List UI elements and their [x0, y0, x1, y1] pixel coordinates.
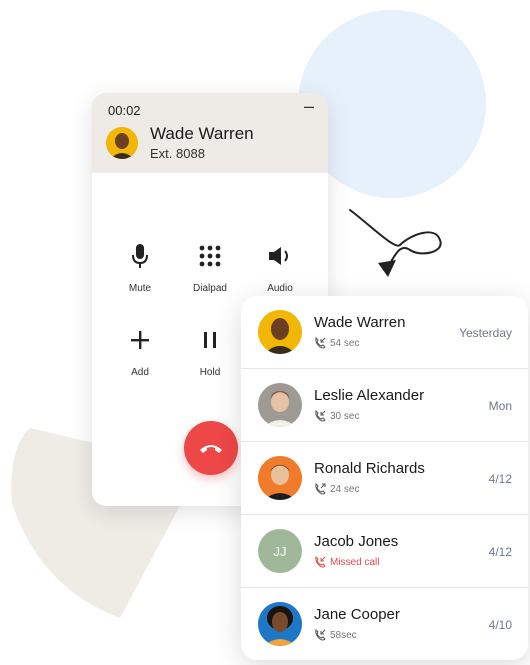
avatar: [258, 310, 302, 354]
call-duration: 30 sec: [330, 410, 360, 422]
incoming-call-icon: [315, 410, 326, 422]
contact-name: Jacob Jones: [314, 533, 399, 550]
speaker-icon: [250, 241, 310, 271]
list-item[interactable]: Wade Warren 54 sec Yesterday: [241, 296, 528, 369]
caller-extension: Ext. 8088: [150, 146, 205, 161]
audio-label: Audio: [267, 283, 293, 294]
hold-label: Hold: [199, 367, 221, 378]
avatar: [106, 127, 138, 159]
call-date: 4/10: [488, 618, 512, 632]
minimize-button[interactable]: –: [304, 97, 314, 115]
person-avatar-icon: [106, 127, 138, 159]
curved-arrow-icon: [349, 209, 442, 277]
list-item[interactable]: JJ Jacob Jones Missed call 4/12: [241, 515, 528, 588]
call-detail: 54 sec: [314, 337, 359, 349]
list-item[interactable]: Ronald Richards 24 sec 4/12: [241, 442, 528, 515]
person-avatar-icon: [258, 310, 302, 354]
call-detail: 30 sec: [314, 410, 359, 422]
avatar: [258, 383, 302, 427]
call-duration: 54 sec: [330, 337, 360, 349]
call-detail: Missed call: [314, 556, 379, 568]
call-duration: 24 sec: [330, 483, 360, 495]
plus-icon: [110, 325, 170, 355]
call-header: 00:02 – Wade Warren Ext. 8088: [92, 93, 328, 173]
audio-button[interactable]: Audio: [250, 241, 310, 294]
call-date: 4/12: [488, 545, 512, 559]
avatar: JJ: [258, 529, 302, 573]
call-date: 4/12: [488, 472, 512, 486]
contact-name: Ronald Richards: [314, 460, 425, 477]
pause-icon: [180, 325, 240, 355]
contact-name: Wade Warren: [314, 314, 406, 331]
dialpad-icon: [180, 241, 240, 271]
person-avatar-icon: [258, 383, 302, 427]
contact-name: Jane Cooper: [314, 606, 400, 623]
mute-label: Mute: [128, 283, 152, 294]
call-date: Mon: [488, 399, 512, 413]
avatar: [258, 602, 302, 646]
call-history-list: Wade Warren 54 sec Yesterday Leslie Alex…: [241, 296, 528, 660]
add-label: Add: [131, 367, 149, 378]
call-timer: 00:02: [108, 103, 141, 118]
caller-name: Wade Warren: [150, 124, 254, 143]
incoming-call-icon: [315, 337, 326, 349]
person-avatar-icon: [258, 602, 302, 646]
avatar: [258, 456, 302, 500]
mute-button[interactable]: Mute: [110, 241, 170, 294]
outgoing-call-icon: [315, 483, 326, 495]
person-avatar-icon: [258, 456, 302, 500]
list-item[interactable]: Leslie Alexander 30 sec Mon: [241, 369, 528, 442]
call-duration: 58sec: [330, 629, 357, 641]
list-item[interactable]: Jane Cooper 58sec 4/10: [241, 588, 528, 660]
end-call-icon: [200, 445, 222, 453]
call-detail: 24 sec: [314, 483, 359, 495]
dialpad-button[interactable]: Dialpad: [180, 241, 240, 294]
end-call-button[interactable]: [184, 421, 238, 475]
missed-call-text: Missed call: [330, 556, 380, 568]
missed-call-icon: [315, 556, 326, 568]
incoming-call-icon: [315, 629, 326, 641]
avatar-initials: JJ: [273, 543, 287, 559]
call-detail: 58sec: [314, 629, 357, 641]
hold-button[interactable]: Hold: [180, 325, 240, 378]
microphone-icon: [110, 241, 170, 271]
call-date: Yesterday: [459, 326, 512, 340]
add-button[interactable]: Add: [110, 325, 170, 378]
dialpad-label: Dialpad: [193, 283, 227, 294]
contact-name: Leslie Alexander: [314, 387, 425, 404]
